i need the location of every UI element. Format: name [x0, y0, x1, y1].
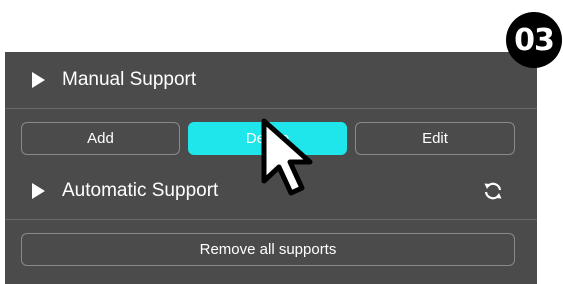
edit-support-button[interactable]: Edit	[355, 122, 515, 155]
refresh-icon[interactable]	[481, 179, 505, 203]
manual-support-title: Manual Support	[62, 69, 197, 90]
divider	[5, 219, 537, 220]
divider	[5, 108, 537, 109]
step-number-badge: 03	[506, 12, 562, 68]
remove-all-supports-button[interactable]: Remove all supports	[21, 233, 515, 266]
manual-support-header[interactable]: Manual Support	[5, 52, 537, 108]
automatic-support-title: Automatic Support	[62, 180, 219, 201]
add-support-button[interactable]: Add	[21, 122, 180, 155]
expand-triangle-icon	[32, 183, 45, 199]
mouse-pointer-icon	[261, 118, 313, 196]
expand-triangle-icon	[32, 72, 45, 88]
